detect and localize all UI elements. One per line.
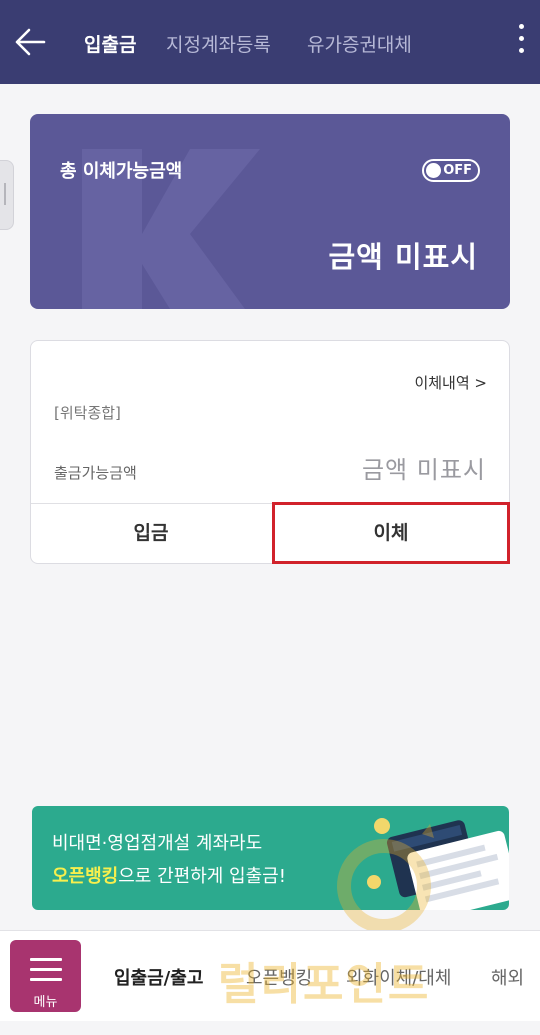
toggle-state-label: OFF bbox=[443, 163, 472, 178]
menu-button[interactable]: 메뉴 bbox=[10, 940, 81, 1012]
toggle-knob bbox=[426, 163, 441, 178]
side-drawer-handle[interactable] bbox=[0, 160, 14, 230]
nav-item-deposit-withdrawal-release[interactable]: 입출금/출고 bbox=[114, 964, 203, 990]
withdrawable-amount-value: 금액 미표시 bbox=[361, 456, 486, 484]
phone-illustration-icon bbox=[367, 818, 509, 910]
nav-item-open-banking[interactable]: 오픈뱅킹 bbox=[246, 964, 312, 990]
top-app-bar: 입출금 지정계좌등록 유가증권대체 bbox=[0, 0, 540, 84]
promo-line-2: 오픈뱅킹으로 간편하게 입출금! bbox=[52, 862, 286, 888]
account-card: 이체내역 > [위탁종합] 출금가능금액 금액 미표시 입금 이체 bbox=[30, 340, 510, 564]
tab-securities-transfer[interactable]: 유가증권대체 bbox=[307, 30, 412, 57]
open-banking-promo-banner[interactable]: 비대면·영업점개설 계좌라도 오픈뱅킹으로 간편하게 입출금! bbox=[32, 806, 509, 910]
promo-highlight: 오픈뱅킹 bbox=[52, 866, 119, 887]
transfer-button[interactable]: 이체 bbox=[272, 502, 510, 564]
total-transferable-label: 총 이체가능금액 bbox=[60, 161, 183, 182]
total-transferable-card: 총 이체가능금액 OFF 금액 미표시 bbox=[30, 114, 510, 309]
nav-item-overseas[interactable]: 해외 bbox=[491, 964, 524, 990]
bottom-nav: 메뉴 입출금/출고 오픈뱅킹 외화이체/대체 해외 bbox=[0, 930, 540, 1021]
back-arrow-icon[interactable] bbox=[12, 26, 48, 58]
brand-k-watermark-icon bbox=[82, 149, 260, 309]
nav-item-foreign-transfer[interactable]: 외화이체/대체 bbox=[346, 964, 451, 990]
tab-deposit-withdrawal[interactable]: 입출금 bbox=[84, 30, 136, 57]
promo-line-1: 비대면·영업점개설 계좌라도 bbox=[52, 833, 263, 854]
menu-label: 메뉴 bbox=[33, 995, 58, 1010]
transfer-history-link[interactable]: 이체내역 > bbox=[414, 372, 487, 393]
total-amount-value: 금액 미표시 bbox=[328, 240, 478, 274]
more-options-icon[interactable] bbox=[516, 24, 526, 60]
deposit-button[interactable]: 입금 bbox=[31, 504, 271, 562]
amount-visibility-toggle[interactable]: OFF bbox=[422, 159, 480, 182]
withdrawable-amount-label: 출금가능금액 bbox=[54, 464, 137, 482]
account-type-label: [위탁종합] bbox=[54, 404, 121, 422]
promo-line-2-rest: 으로 간편하게 입출금! bbox=[118, 866, 286, 887]
hamburger-icon bbox=[30, 958, 62, 988]
tab-designated-account[interactable]: 지정계좌등록 bbox=[166, 30, 271, 57]
